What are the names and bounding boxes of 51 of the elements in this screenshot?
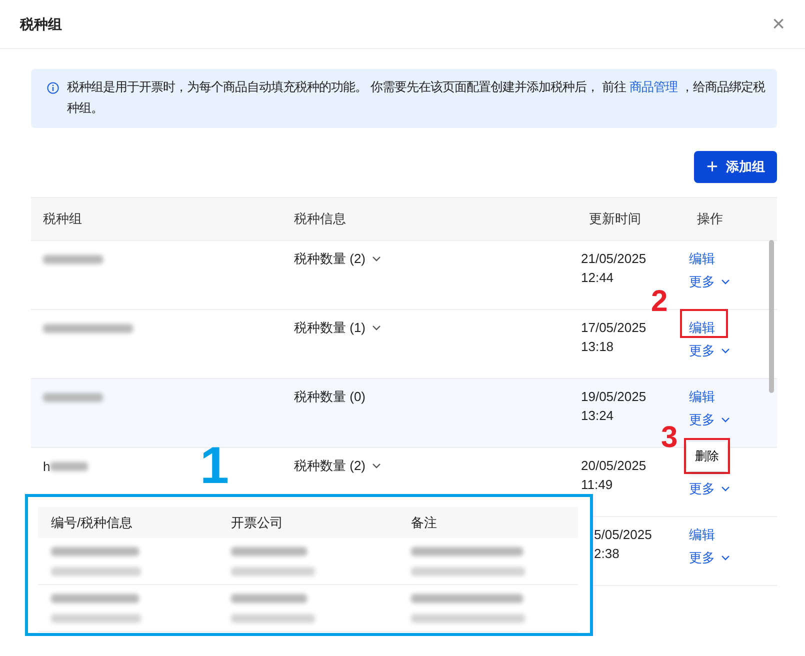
more-link[interactable]: 更多 [689, 479, 730, 498]
chevron-icon [372, 324, 380, 330]
tax-count: 税种数量 (0) [294, 388, 366, 406]
update-time: 13:24 [581, 407, 614, 425]
delete-menu-item[interactable]: 删除 [687, 442, 727, 470]
column-header: 税种组 [42, 210, 83, 228]
dialog-title: 税种组 [20, 14, 62, 34]
update-date: 20/05/2025 [581, 457, 646, 475]
info-icon [47, 82, 59, 94]
more-link[interactable]: 更多 [689, 548, 730, 567]
chevron-icon [721, 554, 730, 560]
scrollbar[interactable] [769, 240, 774, 393]
update-time: 12:44 [581, 269, 614, 287]
annotation-box [680, 309, 728, 338]
column-header: 备注 [410, 514, 438, 532]
more-link[interactable]: 更多 [689, 410, 730, 429]
tax-count[interactable]: 税种数量 (2) [294, 456, 380, 475]
annotation-number: 3 [661, 423, 678, 453]
chevron-icon [721, 278, 730, 284]
chevron-icon [721, 416, 730, 422]
annotation-number: 2 [651, 287, 668, 317]
more-link[interactable]: 更多 [689, 341, 730, 360]
update-time: 2:38 [594, 545, 620, 563]
update-time: 13:18 [581, 338, 614, 356]
update-time: 11:49 [581, 476, 613, 494]
group-name: h [43, 458, 50, 476]
edit-link[interactable]: 编辑 [689, 318, 715, 337]
tax-count[interactable]: 税种数量 (2) [294, 249, 380, 268]
chevron-icon [372, 462, 380, 468]
edit-link[interactable]: 编辑 [689, 387, 715, 406]
column-header: 开票公司 [230, 514, 284, 532]
update-date: 19/05/2025 [581, 388, 646, 406]
add-group-button[interactable]: + 添加组 [694, 151, 777, 183]
edit-link[interactable]: 编辑 [689, 249, 715, 268]
more-link[interactable]: 更多 [689, 272, 730, 291]
column-header: 编号/税种信息 [50, 514, 134, 532]
column-header: 操作 [696, 210, 724, 228]
chevron-icon [372, 256, 380, 262]
update-date: 21/05/2025 [581, 250, 646, 268]
product-management-link[interactable]: 商品管理 [629, 80, 678, 94]
column-header: 更新时间 [588, 210, 642, 228]
update-date: 5/05/2025 [594, 526, 652, 544]
edit-link[interactable]: 编辑 [689, 525, 715, 544]
column-header: 税种信息 [293, 210, 347, 228]
tax-count[interactable]: 税种数量 (1) [294, 318, 380, 337]
update-date: 17/05/2025 [581, 319, 646, 337]
notice-text: 税种组是用于开票时，为每个商品自动填充税种的功能。 你需要先在该页面配置创建并添加税种后， 前往 商品管理 ，给商品绑定税种组。 [67, 79, 766, 117]
chevron-icon [721, 348, 730, 354]
annotation-number: 1 [200, 440, 229, 492]
chevron-icon [721, 486, 730, 492]
close-button[interactable]: × [772, 13, 785, 35]
